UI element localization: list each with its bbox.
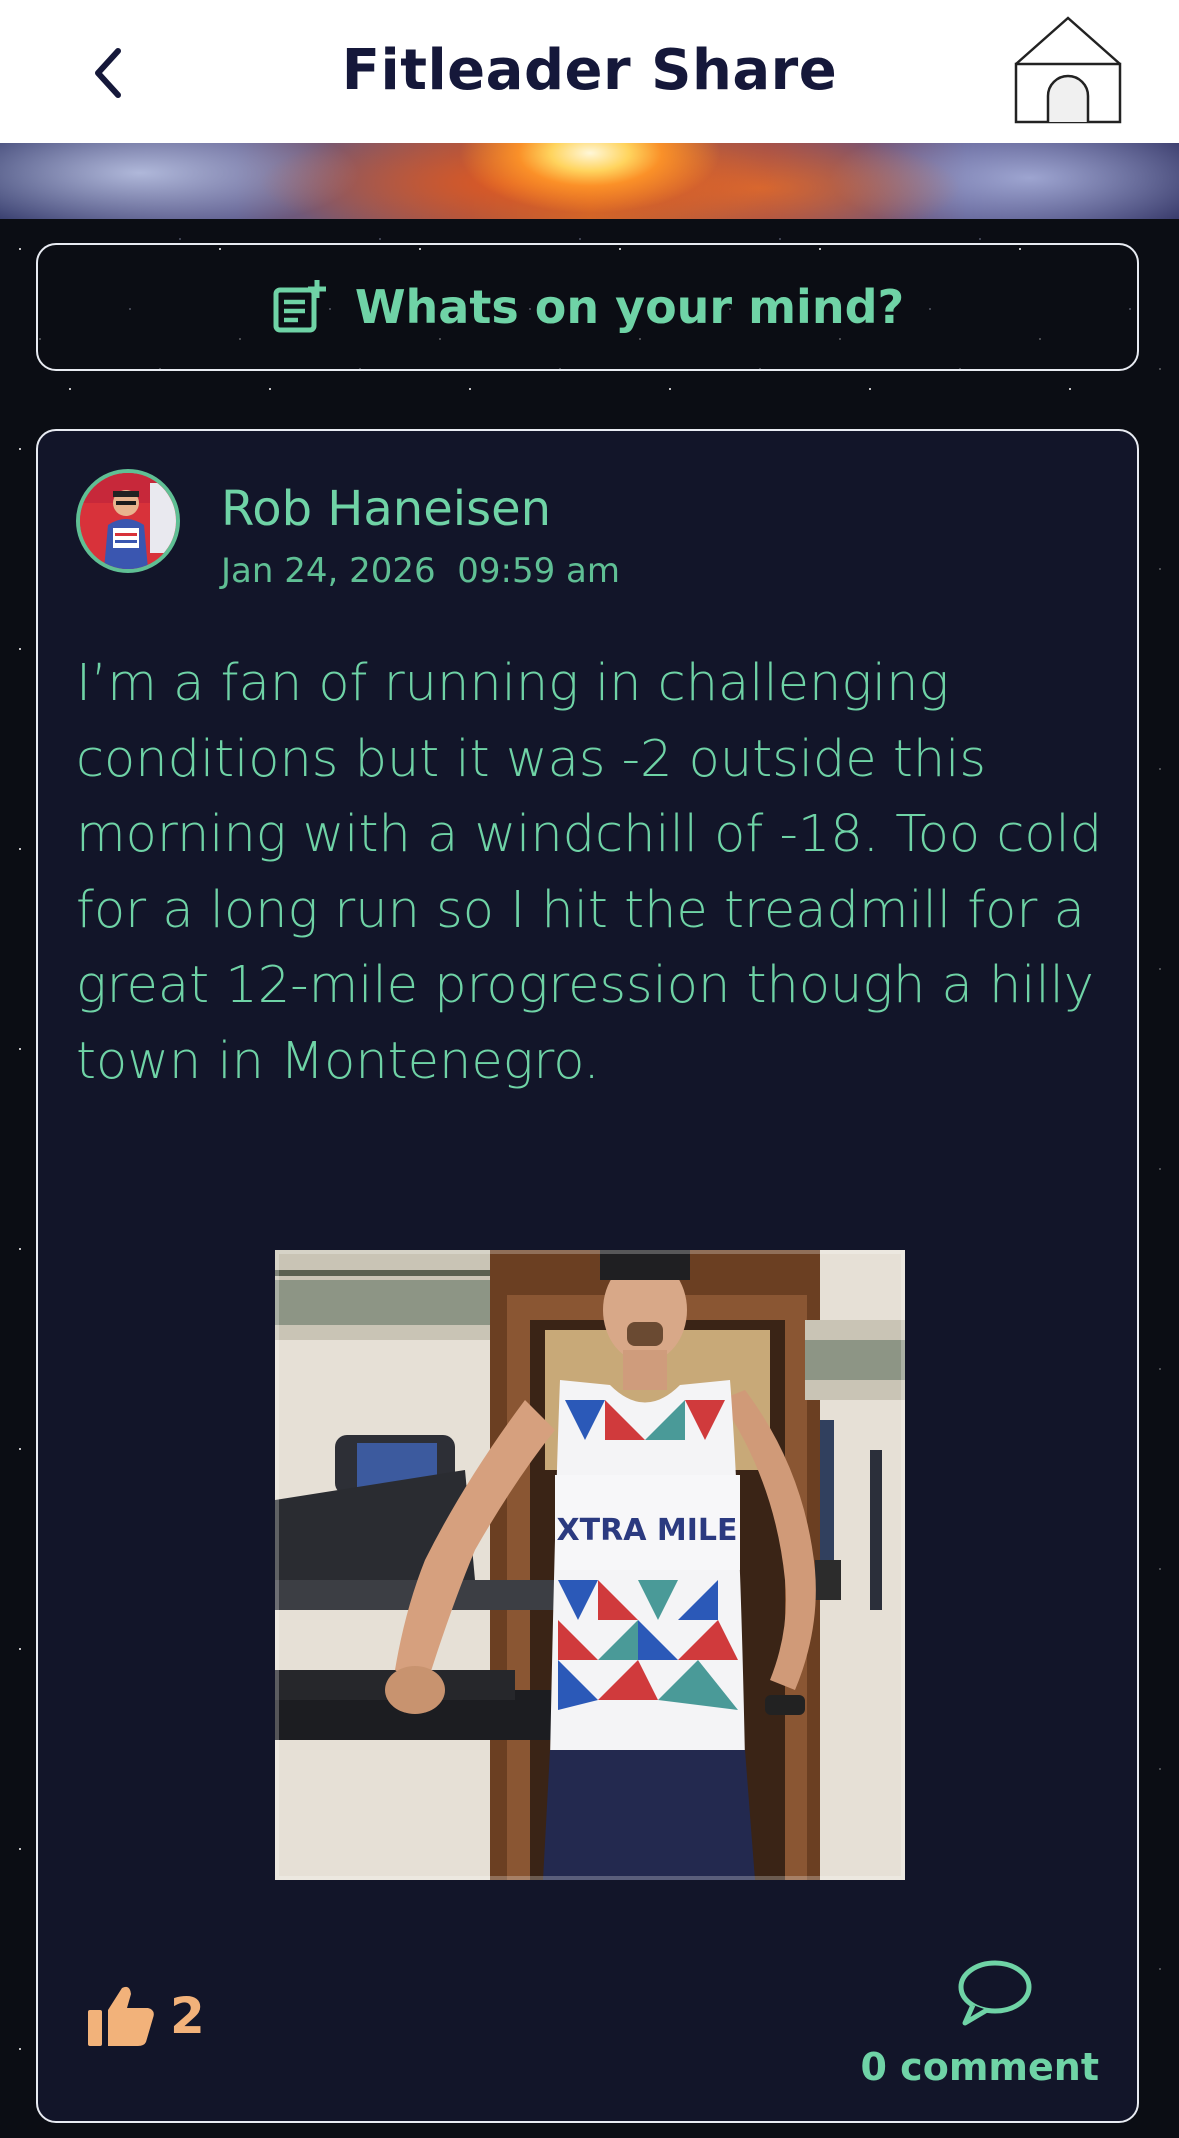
shirt-text: XTRA MILE	[557, 1513, 738, 1548]
post-body-text: I’m a fan of running in challenging cond…	[76, 654, 1103, 1091]
whats-on-your-mind-button[interactable]: Whats on your mind?	[36, 243, 1139, 371]
new-post-icon	[273, 280, 326, 333]
page-title: Fitleader Share	[341, 38, 838, 103]
app-header: Fitleader Share	[0, 0, 1179, 143]
home-icon	[1014, 16, 1122, 124]
treadmill-runner-photo: XTRA MILE	[275, 1250, 905, 1880]
like-button[interactable]: 2	[86, 1984, 205, 2048]
comment-button[interactable]: 0 comment	[861, 1957, 1099, 2097]
composer-placeholder: Whats on your mind?	[354, 280, 905, 334]
like-count: 2	[170, 1987, 205, 2045]
avatar-photo	[80, 473, 176, 569]
header-banner	[0, 143, 1179, 219]
comment-count: 0 comment	[860, 2045, 1099, 2089]
thumbs-up-icon	[88, 1986, 154, 2046]
home-button[interactable]	[1012, 14, 1124, 126]
post-author-name[interactable]: Rob Haneisen	[221, 481, 551, 537]
post-photo[interactable]: XTRA MILE	[275, 1250, 905, 1880]
avatar[interactable]	[76, 469, 180, 573]
post-timestamp: Jan 24, 2026 09:59 am	[221, 551, 620, 591]
post-card: Rob Haneisen Jan 24, 2026 09:59 am I’m a…	[36, 429, 1139, 2123]
comment-bubble-icon	[958, 1960, 1032, 2026]
